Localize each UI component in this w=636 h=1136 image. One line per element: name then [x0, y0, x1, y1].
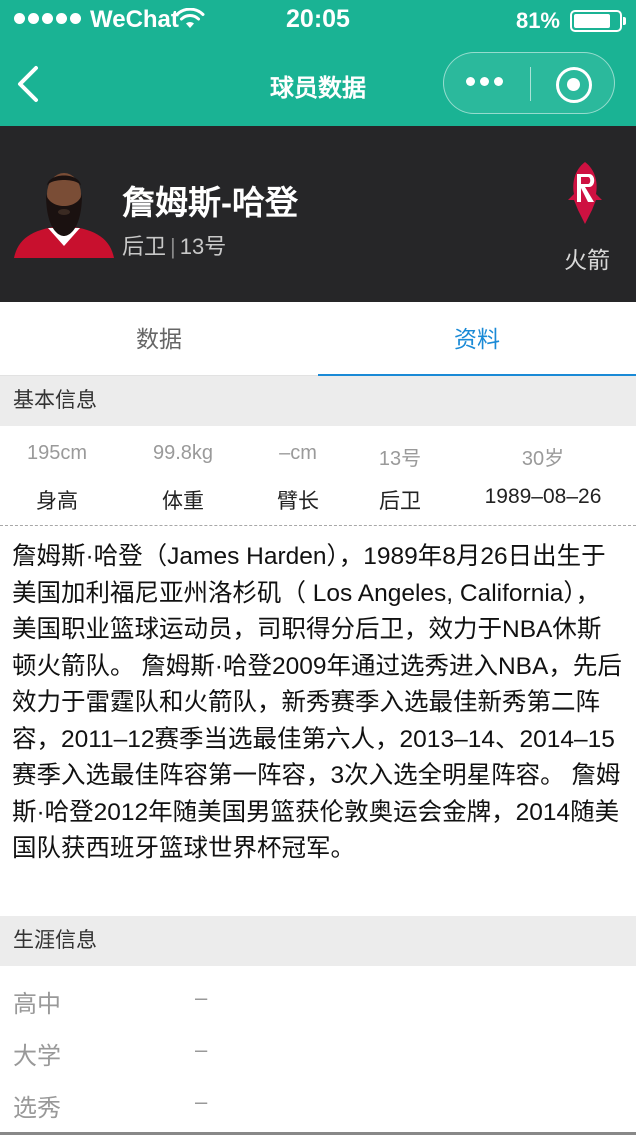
career-row-draft: 选秀 –: [0, 1076, 636, 1128]
basic-info-header: 基本信息: [0, 376, 636, 426]
stat-label: 身高: [36, 490, 78, 513]
bottom-divider: [0, 1132, 636, 1135]
career-label: 选秀: [13, 1095, 61, 1122]
battery-icon: [570, 10, 626, 32]
stat-label: 后卫: [379, 490, 421, 513]
tab-stats[interactable]: 数据: [0, 302, 318, 375]
tab-bar: 数据 资料: [0, 302, 636, 376]
stat-height: 195cm 身高: [12, 426, 102, 526]
battery-percent: 81%: [515, 8, 560, 33]
capsule-divider: [530, 67, 531, 101]
tab-profile[interactable]: 资料: [318, 302, 636, 376]
rockets-logo-icon: [568, 162, 602, 224]
stat-value: 99.8kg: [152, 442, 214, 464]
stat-wingspan: –cm 臂长: [256, 426, 340, 526]
stat-value: –cm: [279, 442, 317, 464]
basic-stats: 195cm 身高 99.8kg 体重 –cm 臂长 13号 后卫 30岁 198…: [0, 426, 636, 526]
stat-weight: 99.8kg 体重: [138, 426, 228, 526]
stat-label: 体重: [162, 490, 204, 513]
career-value: –: [195, 985, 208, 1010]
stat-age: 30岁 1989–08–26: [466, 426, 620, 526]
stat-position: 13号 后卫: [362, 426, 438, 526]
player-number: 13号: [179, 234, 227, 259]
stat-value: 30岁: [521, 448, 565, 470]
player-position: 后卫: [122, 234, 167, 259]
top-bar: WeChat 20:05 81% 球员数据: [0, 0, 636, 126]
player-name: 詹姆斯-哈登: [122, 184, 298, 221]
miniprogram-capsule: [443, 52, 615, 114]
battery-fill: [574, 14, 610, 28]
career-row-highschool: 高中 –: [0, 972, 636, 1024]
team-name: 火箭: [564, 247, 610, 273]
status-bar: WeChat 20:05 81%: [0, 0, 636, 40]
career-info-header: 生涯信息: [0, 916, 636, 966]
stat-label: 臂长: [277, 490, 319, 513]
stat-value: 195cm: [26, 442, 88, 464]
close-target-icon[interactable]: [556, 67, 592, 103]
career-row-college: 大学 –: [0, 1024, 636, 1076]
meta-divider: |: [170, 234, 176, 259]
more-dots-icon[interactable]: [466, 77, 503, 86]
career-label: 高中: [13, 991, 61, 1018]
career-value: –: [195, 1089, 208, 1114]
stat-label: 1989–08–26: [484, 485, 602, 508]
player-bio: 詹姆斯·哈登（James Harden），1989年8月26日出生于美国加利福尼…: [12, 543, 622, 862]
player-avatar: [14, 173, 114, 258]
player-header: 詹姆斯-哈登 后卫 | 13号 火箭: [0, 126, 636, 302]
stat-value: 13号: [378, 448, 422, 470]
player-meta: 后卫 | 13号: [122, 229, 226, 261]
career-label: 大学: [13, 1043, 61, 1070]
career-value: –: [195, 1037, 208, 1062]
